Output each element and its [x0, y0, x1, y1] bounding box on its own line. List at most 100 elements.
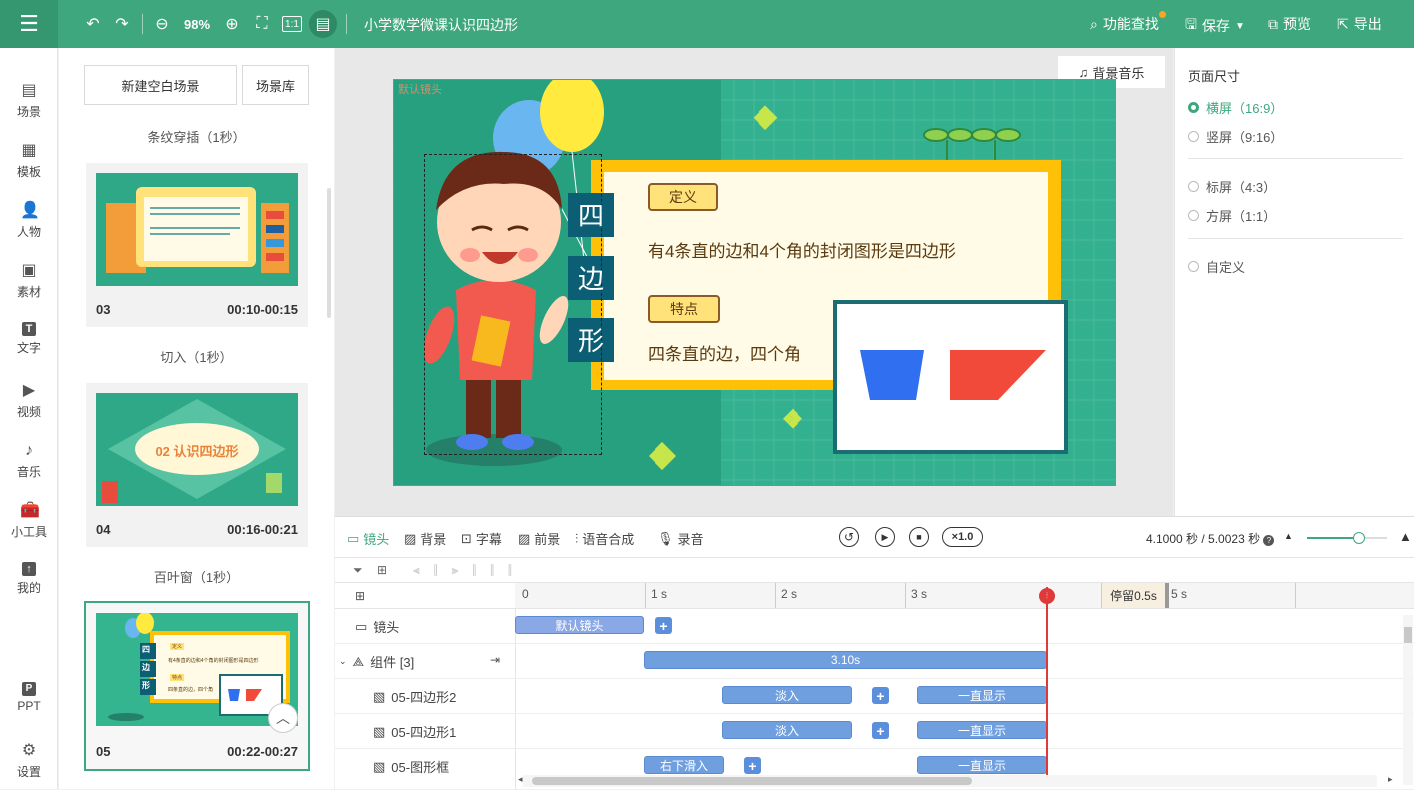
sidebar-item-person[interactable]: 👤 人物 [0, 202, 58, 240]
sidebar-item-mine[interactable]: ↑ 我的 [0, 562, 58, 596]
tab-foreground[interactable]: ▨ 前景 [518, 529, 560, 548]
tab-record[interactable]: 🎙 录音 [657, 529, 704, 548]
replay-icon[interactable]: ↺ [839, 527, 859, 547]
redo-icon[interactable]: ↷ [111, 12, 133, 36]
stop-icon[interactable]: ■ [909, 527, 929, 547]
fade-in-clip[interactable]: 淡入 [722, 686, 852, 704]
scene-panel: 新建空白场景 场景库 条纹穿插（1秒） 03 00:10-00:15 切入（1秒… [59, 48, 334, 789]
scene-transition-label[interactable]: 切入（1秒） [59, 347, 334, 366]
scene-thumbnail: 02 认识四边形 [96, 393, 298, 506]
speed-button[interactable]: ×1.0 [942, 527, 983, 547]
zoom-in-mountain-icon[interactable]: ▲ [1399, 529, 1412, 544]
text-icon: T [22, 322, 36, 336]
tree-icon[interactable]: ⊞ [377, 563, 387, 577]
sidebar-item-material[interactable]: ▣ 素材 [0, 262, 58, 300]
chevron-up-icon[interactable]: ︿ [268, 703, 298, 733]
add-camera-button[interactable]: + [655, 617, 672, 634]
fullscreen-icon[interactable]: ⛶ [252, 12, 272, 36]
zoom-out-mountain-icon[interactable]: ▲ [1284, 531, 1293, 541]
definition-tag[interactable]: 定义 [648, 183, 718, 211]
always-show-clip[interactable]: 一直显示 [917, 686, 1047, 704]
pause-segment[interactable]: 停留0.5s [1101, 583, 1165, 608]
radio-square[interactable]: 方屏（1:1） [1188, 206, 1276, 225]
waveform-icon: ⫶ [575, 530, 579, 546]
timeline-panel: ▭ 镜头 ▨ 背景 ⊡ 字幕 ▨ 前景 ⫶ 语音合成 🎙 录音 ↺ ▶ ■ ×1.0 4.1… [335, 516, 1414, 790]
ruler-tick: 1 s [651, 587, 668, 601]
save-button[interactable]: 🖫 保存 ▼ [1185, 14, 1245, 38]
radio-custom[interactable]: 自定义 [1188, 257, 1245, 276]
save-icon: 🖫 [1185, 16, 1197, 32]
fade-in-clip[interactable]: 淡入 [722, 721, 852, 739]
top-toolbar: ☰ ↶ ↷ ⊖ 98% ⊕ ⛶ 1:1 ▤ 小学数学微课认识四边形 ⌕ 功能查找… [0, 0, 1414, 48]
add-animation-button[interactable]: + [744, 757, 761, 774]
scene-library-button[interactable]: 场景库 [242, 65, 309, 105]
always-show-clip[interactable]: 一直显示 [917, 721, 1047, 739]
slide-in-clip[interactable]: 右下滑入 [644, 756, 724, 774]
left-sidebar: ▤ 场景 ▦ 模板 👤 人物 ▣ 素材 T 文字 ▶ 视频 ♪ 音乐 🧰 小工具 ↑ 我的 P PP… [0, 48, 58, 789]
radio-portrait[interactable]: 竖屏（9:16） [1188, 127, 1283, 146]
scene-card-05[interactable]: 定义 有4条直的边和4个角的封闭图形是四边形 特点 四条直的边，四个角 四 边 … [84, 601, 310, 771]
add-animation-button[interactable]: + [872, 687, 889, 704]
sidebar-item-scene[interactable]: ▤ 场景 [0, 82, 58, 120]
time-ruler[interactable] [515, 583, 1414, 608]
track-label-shape2[interactable]: ▧ 05-四边形2 [373, 687, 456, 706]
camera-clip[interactable]: 默认镜头 [515, 616, 644, 634]
scene-card-04[interactable]: 02 认识四边形 04 00:16-00:21 [86, 383, 308, 547]
play-icon[interactable]: ▶ [875, 527, 895, 547]
feature-search-button[interactable]: ⌕ 功能查找 [1090, 11, 1166, 34]
definition-text[interactable]: 有4条直的边和4个角的封闭图形是四边形 [648, 237, 956, 262]
horizontal-scrollbar[interactable] [523, 775, 1377, 787]
new-blank-scene-button[interactable]: 新建空白场景 [84, 65, 237, 105]
playhead-handle-icon[interactable]: ⦙ [1039, 588, 1055, 604]
sidebar-item-toolbox[interactable]: 🧰 小工具 [0, 502, 58, 540]
add-animation-button[interactable]: + [872, 722, 889, 739]
help-icon[interactable]: ? [1263, 535, 1275, 546]
export-icon: ⇱ [1337, 15, 1349, 32]
tab-camera[interactable]: ▭ 镜头 [347, 529, 389, 548]
sidebar-item-text[interactable]: T 文字 [0, 322, 58, 356]
scene-scrollbar[interactable] [327, 188, 331, 318]
feature-text[interactable]: 四条直的边，四个角 [648, 340, 801, 365]
vertical-scrollbar[interactable] [1403, 615, 1413, 785]
gear-icon: ⚙ [21, 742, 37, 759]
hamburger-menu-icon[interactable]: ☰ [0, 0, 58, 48]
track-label-frame[interactable]: ▧ 05-图形框 [373, 757, 449, 776]
zoom-in-icon[interactable]: ⊕ [222, 12, 242, 36]
tab-background[interactable]: ▨ 背景 [404, 529, 446, 548]
sidebar-item-music[interactable]: ♪ 音乐 [0, 442, 58, 480]
scroll-left-icon[interactable]: ◂ [518, 774, 523, 785]
tab-tts[interactable]: ⫶ 语音合成 [575, 529, 634, 548]
clapper-icon[interactable]: ▤ [309, 10, 337, 38]
track-label-group[interactable]: ⌄ ⟁ 组件 [3] [339, 652, 414, 671]
zoom-out-icon[interactable]: ⊖ [152, 12, 172, 36]
sidebar-item-ppt[interactable]: P PPT [0, 682, 58, 713]
scene-transition-label[interactable]: 百叶窗（1秒） [59, 567, 334, 586]
filter-icon[interactable]: ⏷ [353, 563, 363, 578]
track-label-camera[interactable]: ▭ 镜头 [355, 617, 399, 636]
undo-icon[interactable]: ↶ [82, 12, 104, 36]
track-label-shape1[interactable]: ▧ 05-四边形1 [373, 722, 456, 741]
timeline-zoom-slider[interactable] [1307, 532, 1387, 544]
scene-icon: ▤ [21, 82, 37, 99]
scene-time-range: 00:10-00:15 [227, 302, 298, 317]
image-icon: ▧ [373, 758, 386, 774]
preview-button[interactable]: ⧉ 预览 [1268, 14, 1311, 34]
always-show-clip[interactable]: 一直显示 [917, 756, 1047, 774]
scene-transition-label[interactable]: 条纹穿插（1秒） [59, 127, 334, 146]
group-clip[interactable]: 3.10s [644, 651, 1047, 669]
scene-stage[interactable]: 默认镜头 四 边 形 定义 有4条直的边和4个角的封闭图形是四边形 特点 四条直… [393, 79, 1116, 486]
sidebar-item-template[interactable]: ▦ 模板 [0, 142, 58, 180]
scroll-right-icon[interactable]: ▸ [1388, 774, 1393, 785]
radio-standard[interactable]: 标屏（4:3） [1188, 177, 1276, 196]
radio-landscape[interactable]: 横屏（16:9） [1188, 98, 1283, 117]
sidebar-item-settings[interactable]: ⚙ 设置 [0, 742, 58, 780]
tab-subtitle[interactable]: ⊡ 字幕 [461, 529, 502, 548]
actual-size-icon[interactable]: 1:1 [282, 16, 302, 32]
scene-card-03[interactable]: 03 00:10-00:15 [86, 163, 308, 327]
export-button[interactable]: ⇱ 导出 [1337, 14, 1382, 34]
page-size-panel: 页面尺寸 横屏（16:9） 竖屏（9:16） 标屏（4:3） 方屏（1:1） 自… [1174, 48, 1414, 516]
playhead[interactable] [1046, 587, 1048, 777]
feature-tag[interactable]: 特点 [648, 295, 720, 323]
sidebar-item-video[interactable]: ▶ 视频 [0, 382, 58, 420]
ungroup-icon[interactable]: ⇥ [490, 653, 500, 667]
